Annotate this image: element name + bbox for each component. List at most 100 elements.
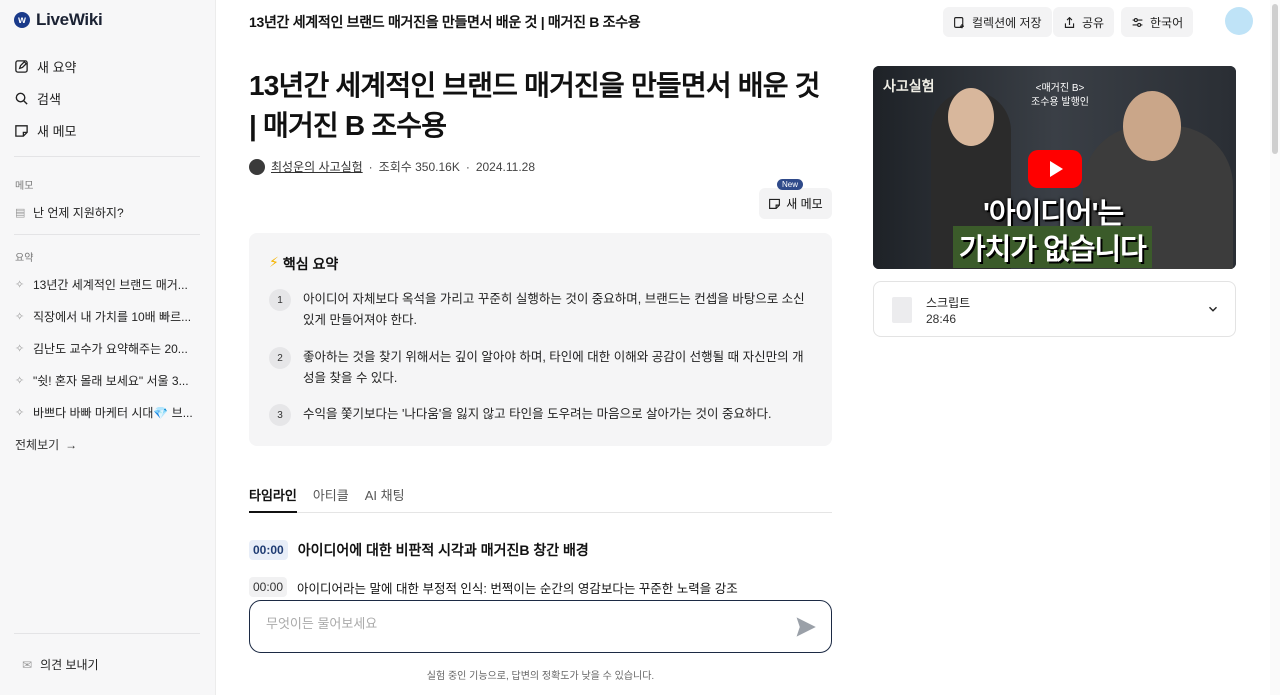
feedback-label: 의견 보내기 [40, 658, 99, 672]
lightning-icon: ⚡ [269, 254, 279, 270]
script-dropdown[interactable]: 스크립트 28:46 [873, 281, 1236, 337]
logo-icon: w [14, 12, 30, 28]
key-summary-card: ⚡ 핵심 요약 1 아이디어 자체보다 옥석을 가리고 꾸준히 실행하는 것이 … [249, 233, 832, 446]
summary-item[interactable]: ✧ 김난도 교수가 요약해주는 20... [15, 340, 201, 357]
point-text: 수익을 쫓기보다는 '나다움'을 잃지 않고 타인을 도우려는 마음으로 살아가… [303, 407, 772, 421]
see-all-link[interactable]: 전체보기 → [15, 436, 77, 453]
share-label: 공유 [1082, 15, 1105, 30]
summary-item[interactable]: ✧ "쉿! 혼자 몰래 보세요" 서울 3... [15, 372, 201, 389]
arrow-right-icon: → [65, 437, 78, 452]
sparkle-icon: ✧ [15, 279, 25, 291]
share-button[interactable]: 공유 [1053, 7, 1115, 37]
thumbnail-person [1123, 91, 1181, 161]
feedback-button[interactable]: ✉ 의견 보내기 [22, 656, 99, 673]
tab-ai-chat[interactable]: AI 채팅 [365, 476, 405, 513]
settings-sliders-icon [1132, 17, 1143, 27]
send-icon[interactable] [795, 616, 817, 638]
summary-item[interactable]: ✧ 직장에서 내 가치를 10배 빠르... [15, 308, 201, 325]
ask-input[interactable] [266, 616, 766, 631]
summary-item-label: 13년간 세계적인 브랜드 매거... [33, 278, 188, 292]
sparkle-icon: ✧ [15, 311, 25, 323]
summary-title: ⚡ 핵심 요약 [269, 254, 338, 274]
mail-icon: ✉ [22, 657, 33, 672]
tab-timeline[interactable]: 타임라인 [249, 476, 297, 513]
summary-item-label: 바쁘다 바빠 마케터 시대💎 브... [33, 406, 193, 420]
app-name: LiveWiki [36, 10, 103, 29]
timeline-row: 00:00 아이디어라는 말에 대한 부정적 인식: 번쩍이는 순간의 영감보다… [249, 577, 738, 597]
header-title: 13년간 세계적인 브랜드 매거진을 만들면서 배운 것 | 매거진 B 조수용 [249, 14, 641, 30]
summary-item-label: 김난도 교수가 요약해주는 20... [33, 342, 188, 356]
sidebar: w LiveWiki 새 요약 검색 새 메모 메모 ▤ 난 언제 지원하지? … [0, 0, 216, 695]
disclaimer: 실험 중인 기능으로, 답변의 정확도가 낮을 수 있습니다. [426, 671, 655, 682]
memo-section-label: 메모 [15, 181, 34, 192]
see-all-label: 전체보기 [15, 438, 60, 452]
point-number: 2 [269, 347, 291, 369]
timeline-section-title: 아이디어에 대한 비판적 시각과 매거진B 창간 배경 [297, 542, 589, 558]
bookmark-plus-icon [954, 16, 964, 28]
sparkle-icon: ✧ [15, 375, 25, 387]
channel-avatar [249, 158, 265, 175]
publish-date: 2024.11.28 [475, 159, 535, 174]
divider [14, 234, 200, 235]
meta-separator: · [368, 159, 373, 174]
logo[interactable]: w LiveWiki [14, 10, 103, 30]
new-badge: New [777, 179, 804, 190]
save-collection-button[interactable]: 컬렉션에 저장 [943, 7, 1052, 37]
point-text: 좋아하는 것을 찾기 위해서는 깊이 알아야 하며, 타인에 대한 이해와 공감… [303, 350, 804, 385]
language-button[interactable]: 한국어 [1121, 7, 1194, 37]
sparkle-icon: ✧ [15, 343, 25, 355]
save-collection-label: 컬렉션에 저장 [972, 15, 1042, 30]
nav-new-summary[interactable]: 새 요약 [14, 50, 77, 82]
memo-icon [15, 124, 28, 137]
memo-item[interactable]: ▤ 난 언제 지원하지? [15, 204, 201, 221]
point-text: 아이디어 자체보다 옥석을 가리고 꾸준히 실행하는 것이 중요하며, 브랜드는… [303, 292, 805, 327]
memo-icon [769, 198, 781, 209]
summary-item-label: "쉿! 혼자 몰래 보세요" 서울 3... [33, 374, 189, 388]
share-icon [1064, 16, 1075, 28]
divider [14, 156, 200, 157]
point-number: 1 [269, 289, 291, 311]
thumbnail-caption: 가치가 없습니다 [953, 226, 1152, 268]
nav-search[interactable]: 검색 [14, 82, 77, 114]
summary-item[interactable]: ✧ 13년간 세계적인 브랜드 매거... [15, 276, 201, 293]
view-count: 조회수 350.16K [378, 160, 460, 174]
script-label: 스크립트 [926, 296, 971, 310]
memo-item-label: 난 언제 지원하지? [33, 206, 124, 220]
summary-item[interactable]: ✧ 바쁘다 바빠 마케터 시대💎 브... [15, 404, 201, 421]
new-memo-label: 새 메모 [786, 197, 823, 211]
page-title: 13년간 세계적인 브랜드 매거진을 만들면서 배운 것 | 매거진 B 조수용 [249, 70, 820, 141]
scroll-thumb[interactable] [1272, 4, 1278, 154]
scrollbar[interactable] [1270, 0, 1280, 695]
note-icon: ▤ [15, 207, 26, 219]
edit-icon [15, 59, 28, 73]
youtube-play-icon[interactable] [1028, 150, 1082, 188]
thumbnail-brand: 사고실험 [883, 79, 935, 95]
thumbnail-note-line: <매거진 B> [1035, 83, 1085, 94]
summary-item-label: 직장에서 내 가치를 10배 빠르... [33, 310, 192, 324]
video-thumbnail[interactable]: 사고실험 <매거진 B> 조수용 발행인 '아이디어'는 가치가 없습니다 [873, 66, 1236, 269]
search-icon [15, 92, 28, 105]
nav-new-memo[interactable]: 새 메모 [14, 114, 77, 146]
sparkle-icon: ✧ [15, 407, 25, 419]
timestamp-chip[interactable]: 00:00 [249, 540, 288, 560]
script-duration: 28:46 [926, 312, 957, 326]
point-number: 3 [269, 404, 291, 426]
summary-point: 3 수익을 쫓기보다는 '나다움'을 잃지 않고 타인을 도우려는 마음으로 살… [269, 404, 809, 426]
new-memo-button[interactable]: 새 메모 [759, 188, 832, 219]
timeline-section-heading: 00:00 아이디어에 대한 비판적 시각과 매거진B 창간 배경 [249, 540, 589, 560]
chevron-down-icon [1209, 306, 1217, 312]
ask-box [249, 600, 832, 653]
language-label: 한국어 [1150, 15, 1184, 30]
nav-label: 새 요약 [37, 59, 77, 75]
divider [14, 633, 200, 634]
summary-section-label: 요약 [15, 253, 34, 264]
user-avatar[interactable] [1225, 7, 1253, 35]
summary-point: 2 좋아하는 것을 찾기 위해서는 깊이 알아야 하며, 타인에 대한 이해와 … [269, 347, 809, 389]
timestamp-chip[interactable]: 00:00 [249, 577, 288, 597]
thumbnail-note: <매거진 B> 조수용 발행인 [1031, 82, 1089, 110]
tab-article[interactable]: 아티클 [313, 476, 349, 513]
summary-point: 1 아이디어 자체보다 옥석을 가리고 꾸준히 실행하는 것이 중요하며, 브랜… [269, 289, 809, 331]
channel-link[interactable]: 최성운의 사고실험 [271, 158, 363, 175]
nav-label: 새 메모 [37, 123, 77, 139]
timeline-row-text: 아이디어라는 말에 대한 부정적 인식: 번쩍이는 순간의 영감보다는 꾸준한 … [297, 581, 738, 596]
